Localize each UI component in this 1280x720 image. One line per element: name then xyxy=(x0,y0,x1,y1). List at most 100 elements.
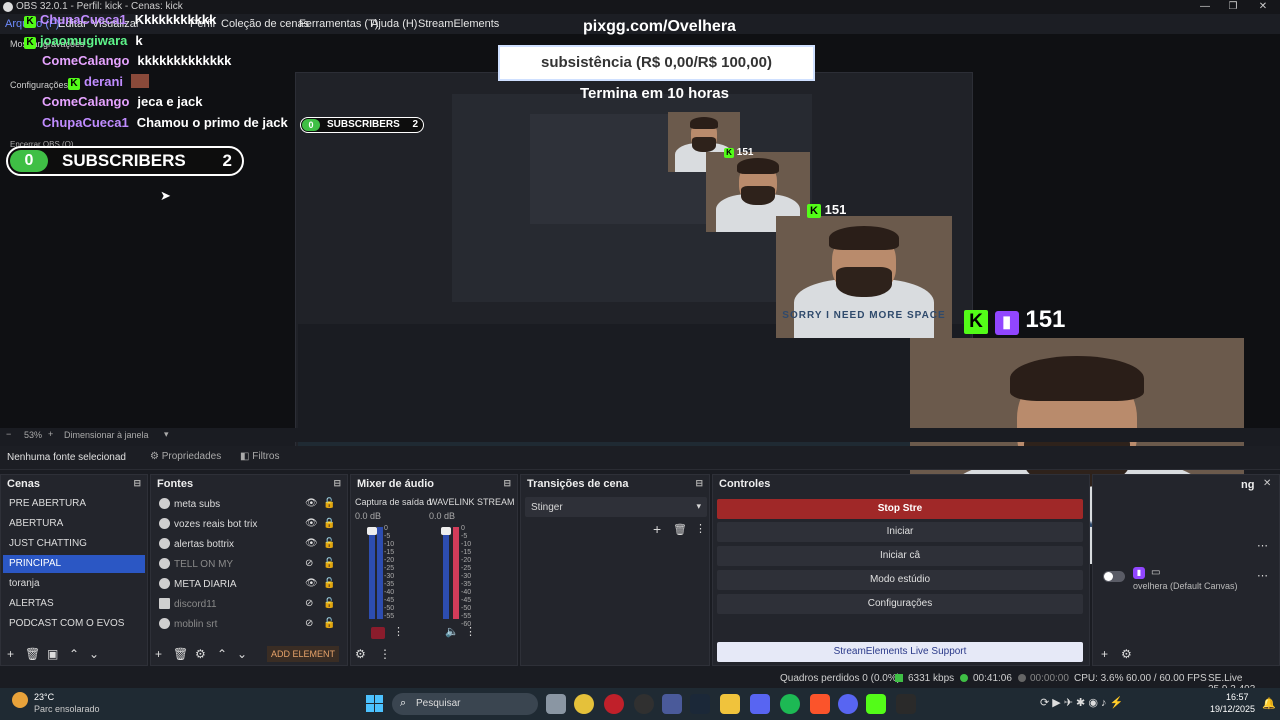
windows-start-icon[interactable] xyxy=(366,695,384,713)
scene-item[interactable]: PRE ABERTURA xyxy=(3,495,145,513)
source-item[interactable]: moblin srt ⊘ 🔓 xyxy=(153,615,343,633)
gear-icon[interactable]: ⚙ xyxy=(1121,647,1132,661)
muted-speaker-icon[interactable] xyxy=(371,627,385,639)
scene-item[interactable]: ALERTAS xyxy=(3,595,145,613)
properties-button[interactable]: ⚙ Propriedades xyxy=(150,451,221,462)
spotify-icon[interactable] xyxy=(780,694,800,714)
add-output-icon[interactable]: + xyxy=(1101,647,1108,661)
zoom-fit-label[interactable]: Dimensionar à janela xyxy=(64,430,149,440)
unlock-icon[interactable]: 🔓 xyxy=(323,498,335,509)
filters-button[interactable]: ◧ Filtros xyxy=(240,451,279,462)
minimize-icon[interactable]: — xyxy=(1192,0,1218,14)
move-down-icon[interactable]: ⌄ xyxy=(89,647,99,661)
weather-desc[interactable]: Parc ensolarado xyxy=(34,704,100,714)
hidden-eye-icon[interactable]: ⊘ xyxy=(305,618,313,629)
undock-icon[interactable]: ⊟ xyxy=(503,478,511,489)
clock-time[interactable]: 16:57 xyxy=(1226,692,1249,702)
chrome-icon[interactable] xyxy=(574,694,594,714)
unlock-icon[interactable]: 🔓 xyxy=(323,578,335,589)
zoom-out-icon[interactable]: − xyxy=(6,429,11,439)
undock-icon[interactable]: ⊟ xyxy=(133,478,141,489)
volume-slider-handle[interactable] xyxy=(441,527,451,535)
remove-transition-icon[interactable]: 🗑 xyxy=(673,523,687,536)
remove-scene-icon[interactable]: 🗑 xyxy=(25,647,40,661)
scene-item[interactable]: ABERTURA xyxy=(3,515,145,533)
more-options-icon[interactable]: ⋮ xyxy=(379,647,391,661)
unlock-icon[interactable]: 🔓 xyxy=(323,558,335,569)
unlock-icon[interactable]: 🔓 xyxy=(323,538,335,549)
source-item[interactable]: META DIARIA 👁 🔓 xyxy=(153,575,343,593)
weather-icon[interactable] xyxy=(12,692,28,708)
undock-icon[interactable]: ⊟ xyxy=(333,478,341,489)
toggle-switch[interactable] xyxy=(1103,571,1125,582)
add-transition-icon[interactable]: + xyxy=(653,521,661,537)
more-options-icon[interactable]: ⋮ xyxy=(393,625,404,638)
source-item[interactable]: alertas bottrix 👁 🔓 xyxy=(153,535,343,553)
visibility-eye-icon[interactable]: 👁 xyxy=(305,518,318,529)
app-icon[interactable] xyxy=(662,694,682,714)
start-virtual-camera-button[interactable]: Iniciar câ xyxy=(717,546,1083,566)
file-explorer-icon[interactable] xyxy=(720,694,740,714)
zoom-in-icon[interactable]: + xyxy=(48,429,53,439)
menu-scene-collection[interactable]: Coleção de cenas xyxy=(221,18,309,30)
weather-temp[interactable]: 23°C xyxy=(34,692,54,702)
system-tray-icons[interactable]: ⟳ ▶ ✈ ✱ ◉ ♪ ⚡ xyxy=(1040,696,1123,709)
hidden-eye-icon[interactable]: ⊘ xyxy=(305,558,313,569)
obs-icon[interactable] xyxy=(634,694,654,714)
brave-icon[interactable] xyxy=(810,694,830,714)
visibility-eye-icon[interactable]: 👁 xyxy=(305,498,318,509)
settings-button[interactable]: Configurações xyxy=(717,594,1083,614)
hidden-eye-icon[interactable]: ⊘ xyxy=(305,598,313,609)
taskbar-search[interactable]: ⌕ Pesquisar xyxy=(392,693,538,715)
studio-mode-button[interactable]: Modo estúdio xyxy=(717,570,1083,590)
move-up-icon[interactable]: ⌃ xyxy=(69,647,79,661)
scene-item[interactable]: JUST CHATTING xyxy=(3,535,145,553)
speaker-icon[interactable]: 🔈 xyxy=(445,625,459,638)
source-item[interactable]: vozes reais bot trix 👁 🔒 xyxy=(153,515,343,533)
remove-source-icon[interactable]: 🗑 xyxy=(173,647,188,661)
scene-item[interactable]: toranja xyxy=(3,575,145,593)
unlock-icon[interactable]: 🔓 xyxy=(323,598,335,609)
add-element-button[interactable]: ADD ELEMENT xyxy=(267,646,339,662)
more-options-icon[interactable]: ⋮ xyxy=(695,522,706,535)
advanced-audio-icon[interactable]: ⚙ xyxy=(355,647,366,661)
task-view-icon[interactable] xyxy=(546,694,566,714)
scene-item[interactable]: PODCAST COM O EVOS xyxy=(3,615,145,633)
unlock-icon[interactable]: 🔓 xyxy=(323,618,335,629)
stop-streaming-button[interactable]: Stop Stre xyxy=(717,499,1083,519)
discord-icon[interactable] xyxy=(838,694,858,714)
add-source-icon[interactable]: + xyxy=(155,647,162,661)
more-options-icon[interactable]: ⋯ xyxy=(1257,569,1268,582)
kick-icon[interactable] xyxy=(866,694,886,714)
more-options-icon[interactable]: ⋮ xyxy=(465,625,476,638)
scene-item-selected[interactable]: PRINCIPAL xyxy=(3,555,145,573)
app-icon[interactable] xyxy=(750,694,770,714)
steam-icon[interactable] xyxy=(690,694,710,714)
menu-tools[interactable]: Ferramentas (T) xyxy=(299,18,378,30)
clock-date[interactable]: 19/12/2025 xyxy=(1210,704,1255,714)
source-item[interactable]: meta subs 👁 🔓 xyxy=(153,495,343,513)
start-recording-button[interactable]: Iniciar xyxy=(717,522,1083,542)
opera-icon[interactable] xyxy=(604,694,624,714)
streamelements-support-button[interactable]: StreamElements Live Support xyxy=(717,642,1083,662)
volume-slider-handle[interactable] xyxy=(367,527,377,535)
undock-icon[interactable]: ⊟ xyxy=(695,478,703,489)
transition-select[interactable]: Stinger ▾ xyxy=(525,497,707,517)
close-icon[interactable]: ✕ xyxy=(1250,0,1276,14)
close-icon[interactable]: ✕ xyxy=(1263,478,1271,489)
scene-filters-icon[interactable]: ▣ xyxy=(47,647,58,661)
maximize-icon[interactable]: ❐ xyxy=(1220,0,1246,14)
more-options-icon[interactable]: ⋯ xyxy=(1257,539,1268,552)
menu-help[interactable]: Ajuda (H) xyxy=(371,18,417,30)
notifications-icon[interactable]: 🔔 xyxy=(1262,697,1276,710)
move-up-icon[interactable]: ⌃ xyxy=(217,647,227,661)
lock-icon[interactable]: 🔒 xyxy=(323,518,335,529)
menu-streamelements[interactable]: StreamElements xyxy=(418,18,499,30)
source-item[interactable]: TELL ON MY ⊘ 🔓 xyxy=(153,555,343,573)
visibility-eye-icon[interactable]: 👁 xyxy=(305,538,318,549)
chevron-down-icon[interactable]: ▾ xyxy=(164,429,169,440)
source-settings-icon[interactable]: ⚙ xyxy=(195,647,206,661)
move-down-icon[interactable]: ⌄ xyxy=(237,647,247,661)
output-row[interactable]: ▮ ▭ ovelhera (Default Canvas) ⋯ xyxy=(1099,567,1279,597)
add-scene-icon[interactable]: + xyxy=(7,647,14,661)
